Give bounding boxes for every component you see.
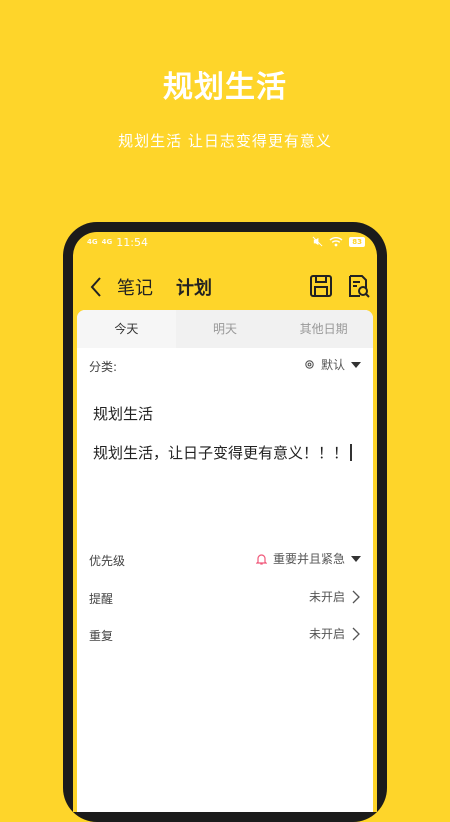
app-bar: 笔记 计划 [73, 270, 377, 304]
phone-screen: 4G 4G 11:54 83 笔记 计划 今天 明天 其他日期 分类: 默认 规… [73, 232, 377, 812]
repeat-label: 重复 [89, 629, 114, 643]
gear-icon [305, 360, 314, 369]
text-cursor [350, 444, 353, 461]
mute-icon [312, 236, 323, 247]
wifi-icon [329, 237, 343, 247]
priority-value: 重要并且紧急 [272, 552, 345, 566]
nav-plan-title: 计划 [176, 278, 212, 299]
repeat-value: 未开启 [308, 627, 345, 641]
back-arrow-icon[interactable] [87, 275, 107, 299]
date-tabs: 今天 明天 其他日期 [77, 310, 373, 348]
category-selector[interactable]: 默认 [304, 356, 361, 373]
reminder-row[interactable]: 提醒 未开启 [89, 588, 361, 608]
plan-editor-card: 今天 明天 其他日期 分类: 默认 规划生活 规划生活，让日子变得更有意义！！！… [77, 310, 373, 812]
dropdown-caret-icon [351, 555, 361, 562]
category-value: 默认 [320, 358, 345, 372]
signal-icon-2: 4G [101, 238, 113, 246]
reminder-value: 未开启 [308, 590, 345, 604]
promo-subtitle: 规划生活 让日志变得更有意义 [118, 132, 332, 150]
tab-tomorrow[interactable]: 明天 [176, 310, 275, 348]
chevron-right-icon [352, 627, 360, 640]
reminder-value-group: 未开启 [309, 588, 361, 605]
category-label: 分类: [89, 360, 118, 374]
chevron-right-icon [352, 590, 360, 603]
dropdown-caret-icon [351, 361, 361, 368]
repeat-value-group: 未开启 [309, 625, 361, 642]
plan-title-input[interactable]: 规划生活 [93, 403, 153, 424]
status-left: 4G 4G 11:54 [87, 236, 148, 249]
tab-today[interactable]: 今天 [77, 310, 176, 348]
nav-note-link[interactable]: 笔记 [117, 274, 153, 300]
signal-icon: 4G [87, 238, 98, 246]
status-right: 83 [312, 236, 365, 247]
document-search-icon[interactable] [345, 273, 371, 299]
promo-title: 规划生活 [163, 70, 287, 105]
category-row: 分类: 默认 [89, 356, 361, 376]
priority-row[interactable]: 优先级 重要并且紧急 [89, 550, 361, 570]
reminder-label: 提醒 [89, 592, 114, 606]
plan-content-text: 规划生活，让日子变得更有意义！！！ [93, 444, 349, 462]
bell-icon [255, 553, 267, 565]
tab-other-date[interactable]: 其他日期 [274, 310, 373, 348]
status-bar: 4G 4G 11:54 83 [73, 232, 377, 254]
priority-label: 优先级 [89, 554, 126, 568]
battery-icon: 83 [349, 236, 365, 247]
status-time: 11:54 [116, 236, 148, 249]
save-icon[interactable] [308, 273, 334, 299]
plan-content-input[interactable]: 规划生活，让日子变得更有意义！！！ [93, 442, 353, 463]
repeat-row[interactable]: 重复 未开启 [89, 625, 361, 645]
priority-selector[interactable]: 重要并且紧急 [255, 550, 361, 567]
